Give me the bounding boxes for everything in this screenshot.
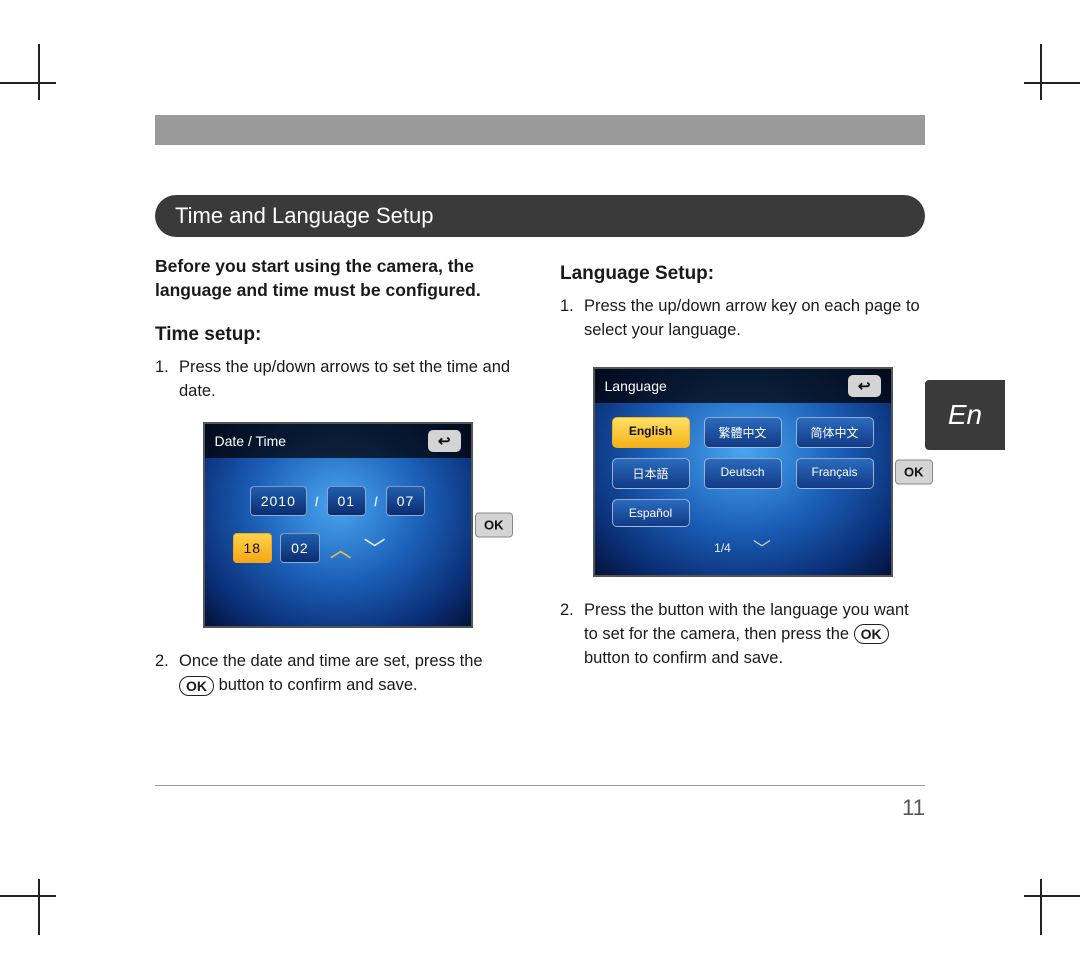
language-screen-wrap: Language ↩ English 繁體中文 简体中文 日本語 Deutsch… — [593, 367, 893, 577]
language-screen: Language ↩ English 繁體中文 简体中文 日本語 Deutsch… — [593, 367, 893, 577]
language-title: Language — [605, 378, 667, 394]
time-steps: 1. Press the up/down arrows to set the t… — [155, 356, 520, 404]
back-button[interactable]: ↩ — [428, 430, 461, 452]
ok-icon: OK — [854, 624, 889, 644]
language-setup-heading: Language Setup: — [560, 263, 925, 285]
lang-steps: 1. Press the up/down arrow key on each p… — [560, 295, 925, 343]
page-content: Time and Language Setup Before you start… — [155, 115, 925, 716]
arrow-down-icon[interactable]: ﹀ — [753, 535, 771, 561]
hour-field[interactable]: 18 — [233, 533, 273, 563]
datetime-screen: Date / Time ↩ 2010 / 01 / 07 18 02 ︿ — [203, 422, 473, 628]
time-row: 18 02 ︿ ﹀ — [233, 532, 471, 564]
day-field[interactable]: 07 — [386, 486, 426, 516]
columns: Before you start using the camera, the l… — [155, 255, 925, 716]
page-number: 11 — [902, 795, 925, 821]
page-indicator-row: 1/4 ﹀ — [595, 535, 891, 561]
lang-option-jp[interactable]: 日本語 — [612, 458, 690, 489]
datetime-header: Date / Time ↩ — [205, 424, 471, 458]
minute-field[interactable]: 02 — [280, 533, 320, 563]
arrow-up-icon[interactable]: ︿ — [328, 532, 354, 564]
time-steps-2: 2. Once the date and time are set, press… — [155, 650, 520, 698]
language-tab: En — [925, 380, 1005, 450]
footer-rule — [155, 785, 925, 786]
lang-step-1-text: Press the up/down arrow key on each page… — [584, 297, 920, 339]
language-grid: English 繁體中文 简体中文 日本語 Deutsch Français E… — [595, 417, 891, 527]
lang-option-sc[interactable]: 简体中文 — [796, 417, 874, 448]
lang-steps-2: 2. Press the button with the language yo… — [560, 599, 925, 671]
page-indicator: 1/4 — [714, 541, 731, 555]
year-field[interactable]: 2010 — [250, 486, 307, 516]
intro-text: Before you start using the camera, the l… — [155, 255, 520, 302]
datetime-title: Date / Time — [215, 433, 287, 449]
ok-icon: OK — [179, 676, 214, 696]
time-setup-heading: Time setup: — [155, 324, 520, 346]
datetime-screen-wrap: Date / Time ↩ 2010 / 01 / 07 18 02 ︿ — [203, 422, 473, 628]
lang-option-fr[interactable]: Français — [796, 458, 874, 489]
language-header: Language ↩ — [595, 369, 891, 403]
lang-option-tc[interactable]: 繁體中文 — [704, 417, 782, 448]
time-step-2: 2. Once the date and time are set, press… — [155, 650, 520, 698]
header-bar — [155, 115, 925, 145]
time-step-1: 1. Press the up/down arrows to set the t… — [155, 356, 520, 404]
section-title: Time and Language Setup — [155, 195, 925, 237]
ok-button[interactable]: OK — [475, 513, 513, 538]
lang-step-2: 2. Press the button with the language yo… — [560, 599, 925, 671]
lang-option-es[interactable]: Español — [612, 499, 690, 527]
right-column: Language Setup: 1. Press the up/down arr… — [560, 255, 925, 716]
lang-option-de[interactable]: Deutsch — [704, 458, 782, 489]
month-field[interactable]: 01 — [327, 486, 367, 516]
lang-option-english[interactable]: English — [612, 417, 690, 448]
date-row: 2010 / 01 / 07 — [205, 486, 471, 516]
left-column: Before you start using the camera, the l… — [155, 255, 520, 716]
time-step-1-text: Press the up/down arrows to set the time… — [179, 358, 510, 400]
lang-step-1: 1. Press the up/down arrow key on each p… — [560, 295, 925, 343]
back-button[interactable]: ↩ — [848, 375, 881, 397]
arrow-down-icon[interactable]: ﹀ — [362, 532, 388, 564]
ok-button[interactable]: OK — [895, 459, 933, 484]
